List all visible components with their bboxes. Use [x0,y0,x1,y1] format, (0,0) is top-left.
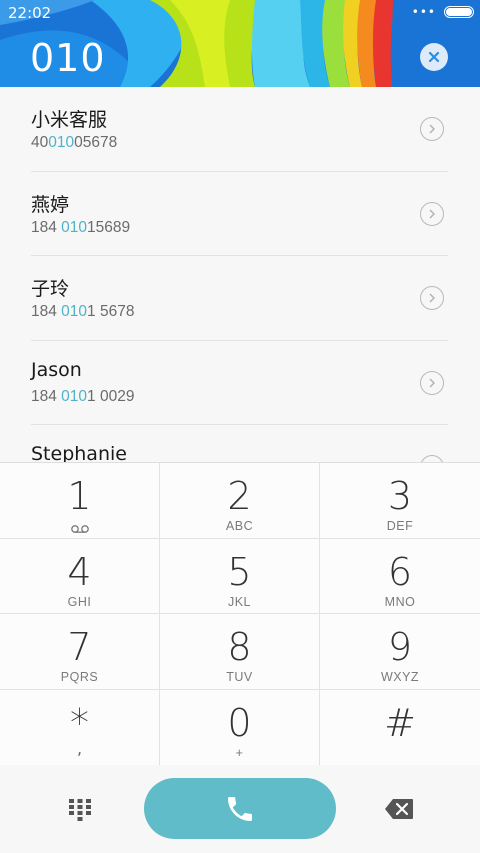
key-3[interactable]: 3 DEF [320,463,480,539]
contact-name: 小米客服 [31,109,108,131]
key-digit: 8 [227,625,252,669]
contact-number: 4001005678 [31,134,118,151]
dial-keypad: 1 2 ABC 3 DEF 4 GHI 5 JKL 6 MNO 7 PQRS 8… [0,462,480,766]
contact-results-list[interactable]: 小米客服 4001005678 燕婷 184 01015689 子玲 184 0… [0,87,480,462]
key-digit: * [70,701,89,745]
battery-icon [444,6,474,18]
key-digit: 0 [227,701,252,745]
call-button[interactable] [144,778,336,839]
key-8[interactable]: 8 TUV [160,614,320,690]
status-indicators: ••• [412,6,474,18]
key-9[interactable]: 9 WXYZ [320,614,480,690]
key-digit: 9 [387,625,413,669]
voicemail-icon [70,519,90,538]
key-letters: , [76,739,83,758]
backspace-icon[interactable] [384,798,414,820]
clear-x-icon[interactable] [420,43,448,71]
key-digit: # [384,701,416,745]
contact-row[interactable]: Stephanie [31,425,448,462]
dialed-number: 010 [30,36,106,80]
dialer-action-bar [0,765,480,853]
contact-name: 燕婷 [31,193,70,216]
key-letters: TUV [226,670,253,684]
contact-name: Jason [31,358,82,381]
key-0[interactable]: 0 + [160,690,320,766]
key-5[interactable]: 5 JKL [160,539,320,614]
chevron-right-circle-icon[interactable] [420,286,444,310]
key-1[interactable]: 1 [0,463,160,539]
key-digit: 3 [387,474,413,518]
key-4[interactable]: 4 GHI [0,539,160,614]
key-letters: ABC [225,519,254,533]
key-letters: GHI [67,595,92,609]
key-digit: 1 [67,474,92,518]
contact-number: 184 01015689 [31,218,131,236]
key-letters: JKL [227,595,252,609]
key-7[interactable]: 7 PQRS [0,614,160,690]
key-6[interactable]: 6 MNO [320,539,480,614]
key-digit: 5 [227,550,252,594]
contact-number: 184 0101 0029 [31,387,135,405]
key-letters: + [235,746,244,760]
contact-number: 184 0101 5678 [31,303,135,320]
chevron-right-circle-icon[interactable] [420,201,444,226]
key-digit: 7 [67,625,92,669]
key-star[interactable]: * , [0,690,160,766]
contact-row[interactable]: 燕婷 184 01015689 [31,172,448,256]
chevron-right-circle-icon[interactable] [420,455,444,462]
contact-row[interactable]: Jason 184 0101 0029 [31,341,448,425]
dialer-screen: 22:02 ••• 010 小米客服 4001005678 燕婷 184 010… [0,0,480,853]
dialpad-grid-icon[interactable] [67,797,93,821]
key-digit: 6 [387,550,413,594]
key-2[interactable]: 2 ABC [160,463,320,539]
contact-row[interactable]: 小米客服 4001005678 [31,87,448,172]
contact-row[interactable]: 子玲 184 0101 5678 [31,256,448,341]
contact-name: Stephanie [31,443,127,462]
chevron-right-circle-icon[interactable] [420,370,444,395]
contact-name: 子玲 [31,278,70,300]
chevron-right-circle-icon[interactable] [420,117,444,141]
key-letters: MNO [384,595,416,609]
phone-icon [228,796,252,821]
dialer-header: 22:02 ••• 010 [0,0,480,87]
key-hash[interactable]: # [320,690,480,766]
signal-dots-icon: ••• [411,5,436,19]
key-letters: WXYZ [380,670,420,684]
key-digit: 2 [227,474,252,518]
key-letters: DEF [386,519,414,533]
key-letters: PQRS [60,670,99,684]
key-digit: 4 [67,550,92,594]
status-time: 22:02 [8,4,52,22]
